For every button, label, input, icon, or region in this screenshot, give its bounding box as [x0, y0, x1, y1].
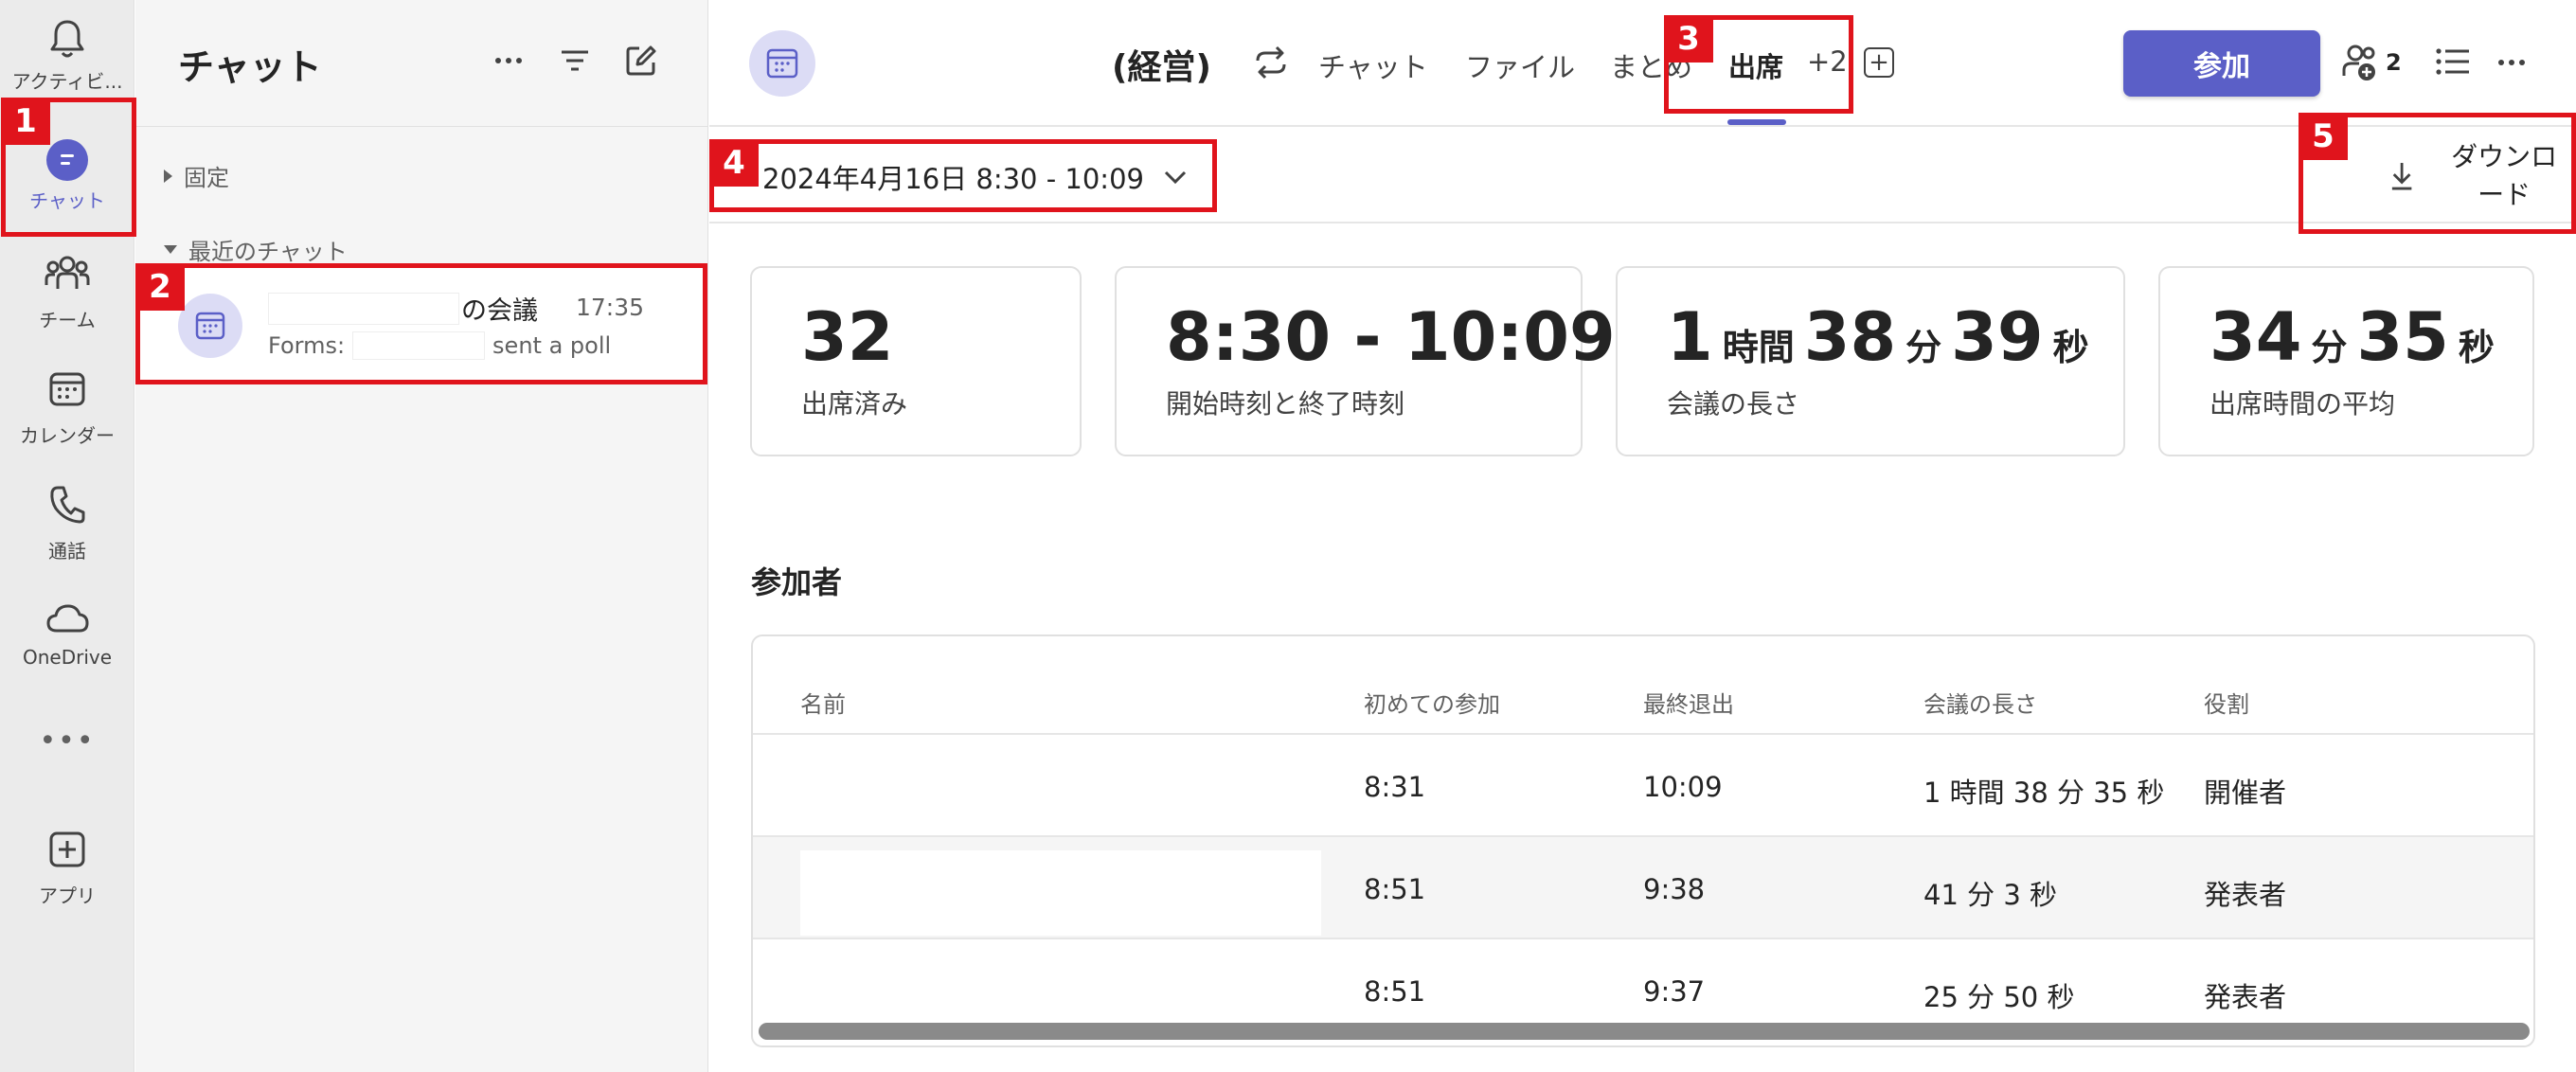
filter-icon[interactable]	[556, 42, 594, 80]
stat-unit: 分	[2311, 327, 2348, 368]
cell-duration: 25 分 50 秒	[1923, 981, 2075, 1013]
column-header-name[interactable]: 名前	[800, 686, 846, 719]
rail-label-activity: アクティビ...	[11, 70, 123, 93]
rail-label-apps: アプリ	[39, 884, 96, 907]
cell-last-leave: 10:09	[1643, 771, 1723, 803]
stat-unit: 時間	[1722, 327, 1795, 368]
stat-number: 39	[1951, 298, 2044, 376]
cell-role: 開催者	[2204, 777, 2287, 809]
chat-list-pane: チャット 固定 最近のチャット の会議 17:35 Forms: sent a …	[135, 0, 708, 1072]
stat-number: 1	[1667, 298, 1713, 376]
cell-first-join: 8:31	[1364, 771, 1426, 803]
stat-value: 8:30 - 10:09	[1166, 298, 1616, 376]
more-options-icon[interactable]	[2497, 34, 2526, 99]
participants-table: 名前 初めての参加 最終退出 会議の長さ 役割 8:31 10:09 1 時間 …	[751, 634, 2535, 1047]
stat-card-attended: 32 出席済み	[750, 266, 1082, 456]
stat-value: 1 時間 38 分 39 秒	[1667, 298, 2099, 376]
stat-label: 開始時刻と終了時刻	[1166, 388, 1405, 420]
collapse-icon	[164, 245, 177, 254]
rail-item-onedrive[interactable]: OneDrive	[0, 581, 134, 686]
cell-first-join: 8:51	[1364, 975, 1426, 1008]
tab-files[interactable]: ファイル	[1465, 45, 1575, 85]
column-header-first-join[interactable]: 初めての参加	[1364, 686, 1500, 719]
meeting-title: (経営)	[1112, 48, 1211, 87]
callout-box-4	[709, 139, 1217, 212]
meeting-avatar	[749, 30, 815, 97]
callout-box-2	[135, 263, 707, 384]
column-header-duration[interactable]: 会議の長さ	[1923, 686, 2037, 719]
rail-label-teams: チーム	[39, 309, 96, 331]
stat-label: 会議の長さ	[1667, 388, 1800, 420]
recent-label: 最近のチャット	[188, 239, 348, 265]
callout-number-4: 4	[709, 139, 759, 187]
stat-number: 34	[2209, 298, 2302, 376]
bell-icon	[44, 15, 91, 63]
table-row[interactable]: 8:31 10:09 1 時間 38 分 35 秒 開催者	[753, 735, 2533, 837]
cloud-icon	[44, 595, 91, 642]
stat-card-average: 34 分 35 秒 出席時間の平均	[2158, 266, 2534, 456]
cell-role: 発表者	[2204, 879, 2287, 911]
list-icon[interactable]	[2435, 47, 2471, 80]
expand-icon	[164, 169, 172, 183]
rail-label-onedrive: OneDrive	[22, 646, 113, 669]
stat-unit: 秒	[2458, 327, 2495, 368]
table-header: 名前 初めての参加 最終退出 会議の長さ 役割	[753, 636, 2533, 735]
column-header-role[interactable]: 役割	[2204, 686, 2249, 719]
stat-number: 35	[2356, 298, 2449, 376]
cell-last-leave: 9:38	[1643, 873, 1706, 905]
callout-number-5: 5	[2299, 113, 2348, 160]
people-add-icon	[2342, 45, 2375, 80]
callout-number-3: 3	[1664, 15, 1713, 63]
stat-unit: 秒	[2052, 327, 2089, 368]
stat-number: 38	[1803, 298, 1897, 376]
stat-card-meeting-length: 1 時間 38 分 39 秒 会議の長さ	[1616, 266, 2125, 456]
rail-item-calls[interactable]: 通話	[0, 468, 134, 572]
more-options-icon[interactable]	[490, 42, 528, 80]
column-header-last-leave[interactable]: 最終退出	[1643, 686, 1734, 719]
stat-card-time-range: 8:30 - 10:09 開始時刻と終了時刻	[1115, 266, 1616, 456]
participants-heading: 参加者	[751, 564, 843, 600]
rail-label-calls: 通話	[48, 540, 86, 563]
callout-number-1: 1	[1, 98, 50, 145]
rail-label-calendar: カレンダー	[20, 424, 115, 447]
add-app-icon	[44, 826, 91, 873]
rail-item-activity[interactable]: アクティビ...	[0, 2, 134, 106]
pinned-section[interactable]: 固定	[164, 159, 229, 192]
stat-label: 出席時間の平均	[2209, 388, 2396, 420]
cell-role: 発表者	[2204, 981, 2287, 1013]
phone-icon	[44, 481, 91, 528]
cell-first-join: 8:51	[1364, 873, 1426, 905]
callout-number-2: 2	[135, 263, 185, 311]
recent-section[interactable]: 最近のチャット	[164, 233, 348, 266]
stat-unit: 分	[1905, 327, 1942, 368]
cell-duration: 41 分 3 秒	[1923, 879, 2058, 911]
add-tab-icon[interactable]: +	[1864, 47, 1894, 78]
rail-item-calendar[interactable]: カレンダー	[0, 352, 134, 456]
table-row[interactable]: 8:51 9:38 41 分 3 秒 発表者	[753, 837, 2533, 939]
rail-item-apps[interactable]: アプリ	[0, 813, 134, 917]
cell-duration: 1 時間 38 分 35 秒	[1923, 777, 2165, 809]
stat-value: 32	[801, 298, 894, 376]
teams-icon	[44, 250, 91, 297]
horizontal-scrollbar[interactable]	[759, 1023, 2530, 1040]
calendar-icon	[44, 366, 91, 413]
participant-count: 2	[2386, 49, 2402, 76]
cell-last-leave: 9:37	[1643, 975, 1706, 1008]
redacted-name	[800, 850, 1321, 936]
chat-pane-title: チャット	[178, 46, 322, 88]
chat-pane-header: チャット	[135, 0, 707, 127]
tab-chat[interactable]: チャット	[1318, 45, 1428, 85]
new-chat-icon[interactable]	[622, 42, 660, 80]
more-apps-icon[interactable]: •••	[0, 724, 134, 758]
stat-label: 出席済み	[801, 388, 908, 420]
sync-icon[interactable]	[1252, 45, 1290, 83]
meeting-header: (経営) チャット ファイル まとめ 出席 +2 + 参加 2	[709, 0, 2576, 127]
join-button[interactable]: 参加	[2123, 30, 2320, 97]
calendar-icon	[766, 48, 798, 79]
rail-item-teams[interactable]: チーム	[0, 237, 134, 341]
pinned-label: 固定	[184, 165, 229, 191]
active-tab-indicator	[1727, 119, 1786, 125]
participants-button[interactable]: 2	[2342, 44, 2402, 81]
stat-value: 34 分 35 秒	[2209, 298, 2504, 376]
